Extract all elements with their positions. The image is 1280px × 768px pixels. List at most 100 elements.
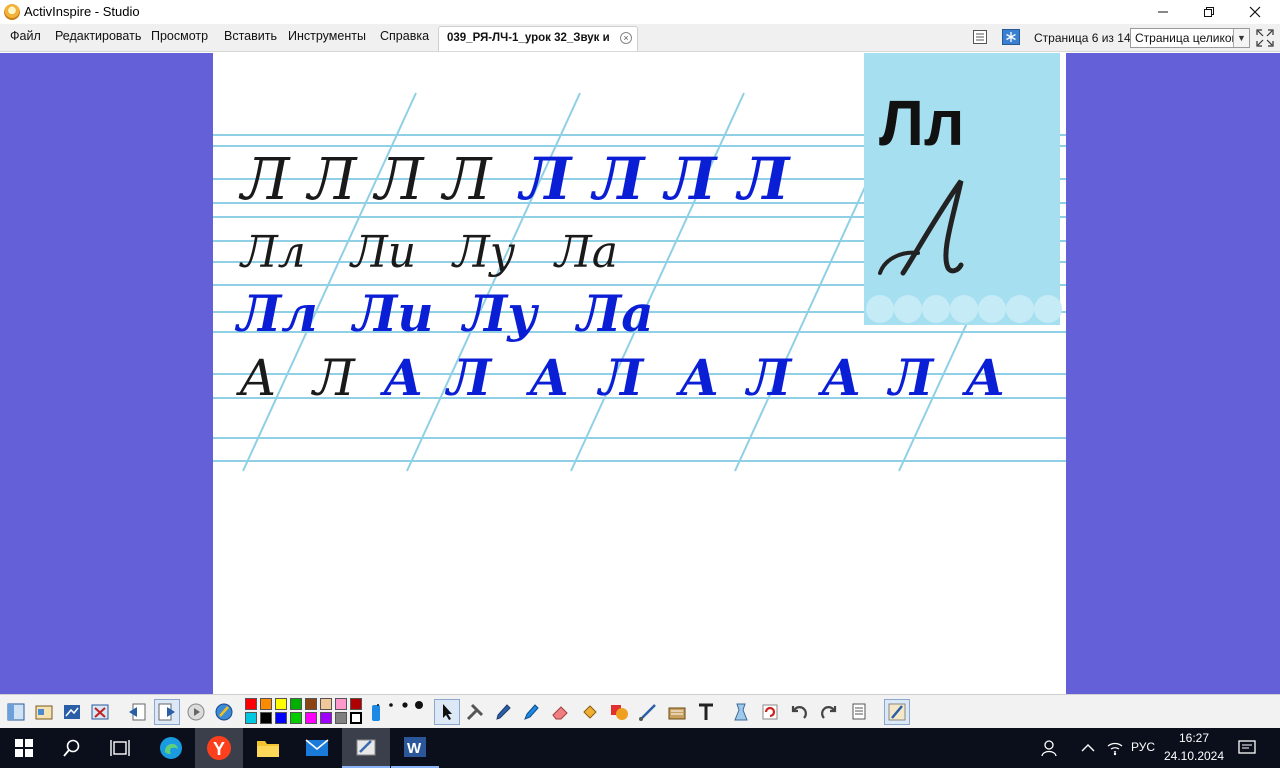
- pen-width-dots[interactable]: [372, 699, 430, 711]
- start-button[interactable]: [0, 728, 48, 768]
- fullscreen-button[interactable]: [1254, 28, 1276, 48]
- eraser-tool-button[interactable]: [547, 699, 573, 725]
- select-icon: [443, 704, 452, 720]
- notifications-button[interactable]: [1230, 728, 1264, 768]
- menu-file[interactable]: Файл: [10, 29, 41, 43]
- flipchart-page[interactable]: Лл Л Л Л Л Л Л Л Л Лл Ли Лу Ла Лл Ли Лу Ла А Л А Л А Л А Л А Л А: [213, 53, 1066, 694]
- palette-color-swatch[interactable]: [275, 698, 287, 710]
- connector-icon: [639, 704, 656, 721]
- browsers-button[interactable]: [3, 699, 29, 725]
- undo-button[interactable]: [786, 699, 812, 725]
- document-tab[interactable]: 039_РЯ-ЛЧ-1_урок 32_Звук и ×: [438, 26, 638, 51]
- people-icon: [1041, 740, 1057, 757]
- chevron-down-icon[interactable]: ▼: [1233, 29, 1249, 47]
- palette-color-swatch[interactable]: [245, 698, 257, 710]
- fill-tool-button[interactable]: [577, 699, 603, 725]
- palette-color-swatch[interactable]: [350, 698, 362, 710]
- page-layout-button[interactable]: [970, 27, 990, 47]
- resource-library-button[interactable]: [31, 699, 57, 725]
- file-explorer-taskbar-button[interactable]: [244, 728, 292, 768]
- minimize-icon: [1158, 11, 1168, 13]
- play-button[interactable]: [183, 699, 209, 725]
- select-tool-button[interactable]: [434, 699, 460, 725]
- highlighter-tool-button[interactable]: [518, 699, 544, 725]
- word-taskbar-button[interactable]: W: [391, 728, 439, 768]
- handwritten-black-item: А: [236, 349, 277, 407]
- background-button[interactable]: [1000, 27, 1022, 47]
- menu-help[interactable]: Справка: [380, 29, 429, 43]
- handwritten-blue-item: Лу: [460, 284, 539, 343]
- palette-color-swatch[interactable]: [305, 712, 317, 724]
- action-browser-button[interactable]: [87, 699, 113, 725]
- yandex-taskbar-button[interactable]: Y: [195, 728, 243, 768]
- edge-taskbar-button[interactable]: [147, 728, 195, 768]
- action-browser-icon: [91, 704, 109, 720]
- palette-color-swatch[interactable]: [290, 712, 302, 724]
- palette-color-swatch[interactable]: [260, 712, 272, 724]
- palette-color-swatch[interactable]: [260, 698, 272, 710]
- search-button[interactable]: [48, 728, 96, 768]
- clock-time[interactable]: 16:27: [1168, 731, 1220, 745]
- reset-page-button[interactable]: [757, 699, 783, 725]
- page-button[interactable]: [846, 699, 872, 725]
- close-button[interactable]: [1232, 0, 1278, 24]
- clock-date[interactable]: 24.10.2024: [1163, 749, 1225, 763]
- pen-tool-button[interactable]: [490, 699, 516, 725]
- mail-taskbar-button[interactable]: [293, 728, 341, 768]
- magic-ink-button[interactable]: [664, 699, 690, 725]
- palette-color-swatch[interactable]: [350, 712, 362, 724]
- window-title: ActivInspire - Studio: [24, 4, 140, 19]
- previous-page-button[interactable]: [124, 699, 150, 725]
- document-tab-label: 039_РЯ-ЛЧ-1_урок 32_Звук и: [447, 32, 610, 44]
- zoom-select-value: Страница целиком: [1135, 31, 1240, 45]
- shape-tool-button[interactable]: [606, 699, 632, 725]
- zoom-select[interactable]: Страница целиком ▼: [1130, 28, 1250, 48]
- connector-tool-button[interactable]: [635, 699, 661, 725]
- restore-button[interactable]: [1186, 0, 1232, 24]
- palette-color-swatch[interactable]: [320, 712, 332, 724]
- palette-color-swatch[interactable]: [335, 698, 347, 710]
- next-page-button[interactable]: [154, 699, 180, 725]
- network-button[interactable]: [1102, 728, 1128, 768]
- desktop-annotate-button[interactable]: [211, 699, 237, 725]
- properties-icon: [64, 705, 80, 719]
- pen-width-icon: [377, 701, 423, 709]
- search-icon: [63, 739, 80, 757]
- letter-card: Лл: [864, 53, 1062, 325]
- menu-edit[interactable]: Редактировать: [55, 29, 141, 43]
- clear-button[interactable]: [728, 699, 754, 725]
- palette-color-swatch[interactable]: [335, 712, 347, 724]
- palette-color-swatch[interactable]: [320, 698, 332, 710]
- handwritten-blue-item: А: [379, 348, 424, 407]
- palette-color-swatch[interactable]: [305, 698, 317, 710]
- task-view-button[interactable]: [96, 728, 144, 768]
- activinspire-app-icon: [4, 4, 20, 20]
- redo-button[interactable]: [816, 699, 842, 725]
- close-circle-icon[interactable]: ×: [620, 32, 632, 44]
- properties-button[interactable]: [59, 699, 85, 725]
- handwritten-black-item: Л: [310, 349, 356, 407]
- wifi-icon: [1107, 742, 1123, 756]
- palette-color-swatch[interactable]: [275, 712, 287, 724]
- language-indicator[interactable]: РУС: [1131, 740, 1155, 754]
- windows-start-icon: [15, 739, 33, 757]
- eraser-icon: [552, 706, 568, 720]
- dual-user-button[interactable]: [884, 699, 910, 725]
- activinspire-taskbar-button[interactable]: [342, 728, 390, 768]
- text-tool-button[interactable]: [693, 699, 719, 725]
- pen-icon: [496, 704, 511, 720]
- minimize-button[interactable]: [1140, 0, 1186, 24]
- tools-button[interactable]: [462, 699, 488, 725]
- people-button[interactable]: [1030, 728, 1070, 768]
- palette-color-swatch[interactable]: [290, 698, 302, 710]
- menu-insert[interactable]: Вставить: [224, 29, 277, 43]
- menu-view[interactable]: Просмотр: [151, 29, 208, 43]
- handwritten-blue-item: Л: [596, 348, 645, 407]
- menu-tools[interactable]: Инструменты: [288, 29, 366, 43]
- handwritten-blue-item: Лл: [234, 284, 318, 343]
- tray-overflow-button[interactable]: [1076, 728, 1100, 768]
- resource-library-icon: [35, 705, 53, 720]
- handwritten-blue-item: А: [817, 348, 862, 407]
- word-icon: W: [404, 737, 426, 757]
- palette-color-swatch[interactable]: [245, 712, 257, 724]
